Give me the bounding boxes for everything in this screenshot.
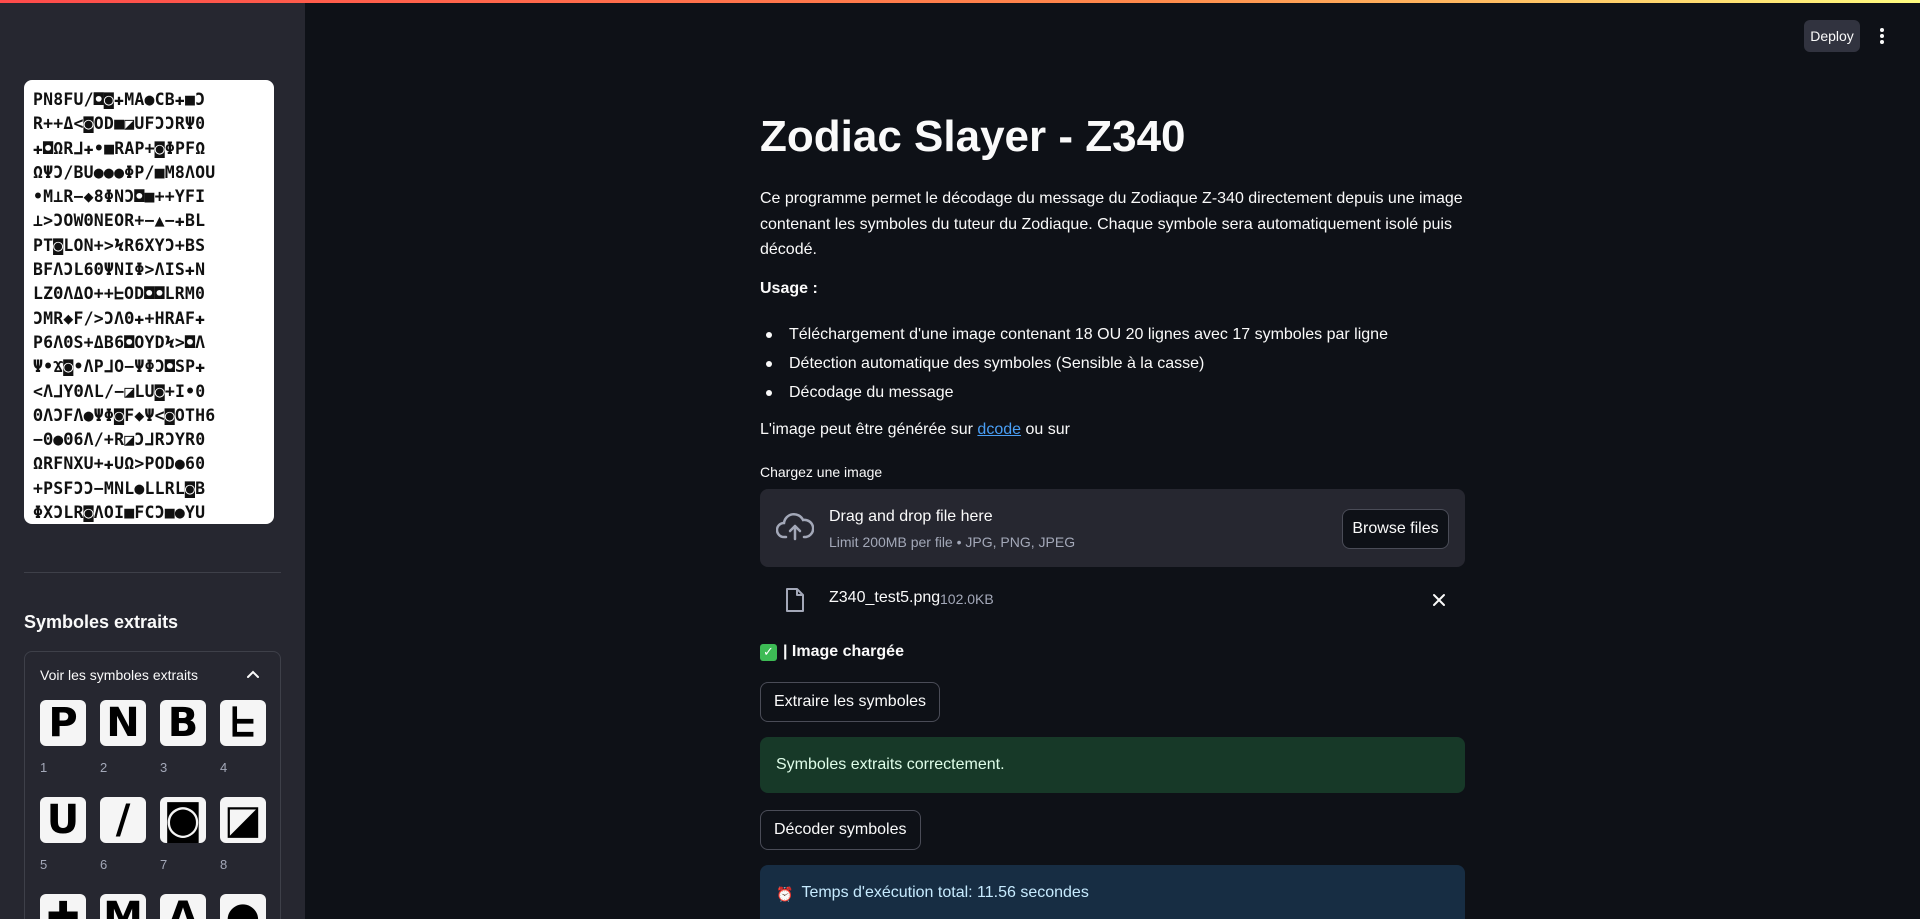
cipher-line: +PSFϽϽ−MNL●LLRL◙B (33, 478, 206, 498)
usage-item: Téléchargement d'une image contenant 18 … (760, 320, 1465, 349)
extracted-symbol: ✚ (40, 894, 86, 919)
check-icon: ✓ (760, 643, 777, 661)
sidebar-section-title: Symboles extraits (24, 612, 179, 632)
symbol-image: ● (220, 894, 266, 919)
symbol-caption: 5 (40, 857, 48, 872)
cipher-line: ΩRFNXU+✚UΩ>POD●60 (33, 454, 206, 474)
cloud-upload-icon (776, 513, 814, 541)
close-icon[interactable] (1430, 591, 1448, 609)
extracted-symbol: ◙ 7 (160, 797, 206, 872)
extracted-symbol: P1 (40, 700, 86, 775)
sidebar: PN8FU/◘◙✚MA●CB✚■Ͻ R++Δ<◙OD■◪UFϽϽRΨ0 ✚◘ΩRᒧ✚… (0, 0, 305, 919)
cipher-line: P6ΛΘS+ΔB6◘OYDϞ>◘Λ (33, 332, 206, 352)
generation-info: L'image peut être générée sur dcode ou s… (760, 421, 1070, 439)
symbol-image: ᖶ (220, 700, 266, 746)
symbol-caption: 7 (160, 857, 168, 872)
generation-suffix: ou sur (1021, 421, 1070, 438)
cipher-line: ΩΨϽ/BU●●●ΦP/■M8ΛOU (33, 162, 216, 182)
chevron-up-icon (247, 670, 259, 678)
sidebar-divider (24, 572, 281, 573)
cipher-line: ⊥>ϽOWΘNEOR+−▲−✚BL (33, 211, 206, 231)
cipher-line: PN8FU/◘◙✚MA●CB✚■Ͻ (33, 90, 206, 109)
extracted-symbol: ᖶ4 (220, 700, 266, 775)
symbol-image: B (160, 700, 206, 746)
cipher-line: LZΘΛΔO++ᖶOD◘◘LRM0 (33, 284, 206, 304)
file-name: Z340_test5.png (829, 589, 941, 606)
cipher-line: ϽMR◆F/>ϽΛΘ✚+HRAF✚ (33, 308, 206, 328)
symbol-image: P (40, 700, 86, 746)
symbol-caption: 1 (40, 760, 48, 775)
cipher-line: R++Δ<◙OD■◪UFϽϽRΨ0 (33, 114, 206, 134)
cipher-line: Ψ•Ϫ◙•ΛPᒧO−ΨΦϽ◘SP✚ (33, 357, 206, 377)
cipher-line: PT◙LON+>ϞR6XYϽ+BS (33, 235, 206, 255)
symbol-image: A (160, 894, 206, 919)
top-decoration-bar (0, 0, 1920, 3)
cipher-line: ΦXϽLR◙ΛOI■FCϽ■●YU (33, 503, 206, 523)
symbol-caption: 8 (220, 857, 228, 872)
symbol-caption: 6 (100, 857, 108, 872)
dropzone-limit: Limit 200MB per file • JPG, PNG, JPEG (829, 534, 1076, 550)
cipher-line: ΘΛϽFΛ●ΨΦ◙F◆Ψ<◙OTH6 (33, 405, 216, 425)
z340-cipher-image: PN8FU/◘◙✚MA●CB✚■Ͻ R++Δ<◙OD■◪UFϽϽRΨ0 ✚◘ΩRᒧ✚… (24, 80, 274, 524)
page-title: Zodiac Slayer - Z340 (760, 112, 1186, 161)
cipher-line: BFΛϽL6ΘΨNIΦ>ΛIS✚N (33, 260, 206, 280)
file-icon (786, 588, 804, 612)
uploaded-file-row: Z340_test5.png 102.0KB (760, 583, 1465, 617)
symbol-image: ◙ (160, 797, 206, 843)
expander-label: Voir les symboles extraits (40, 667, 198, 683)
cipher-line: <ΛᒧYΘΛL/−◪LU◙+I•0 (33, 381, 206, 401)
extracted-symbol: A (160, 894, 206, 919)
extracted-symbol: ● (220, 894, 266, 919)
expander-header[interactable]: Voir les symboles extraits (25, 652, 280, 698)
symbol-caption: 4 (220, 760, 228, 775)
alarm-clock-icon: ⏰ (776, 886, 794, 902)
symbol-image: ◪ (220, 797, 266, 843)
extract-symbols-button[interactable]: Extraire les symboles (760, 682, 941, 722)
dcode-link[interactable]: dcode (977, 421, 1021, 438)
description-text: Ce programme permet le décodage du messa… (760, 190, 1463, 258)
cipher-line: ✚◘ΩRᒧ✚•■RAP+◙ΦPFΩ (33, 138, 206, 158)
vertical-ellipsis-icon[interactable] (1872, 22, 1892, 50)
usage-item: Décodage du message (760, 378, 1465, 407)
cipher-line: •M⊥R−◆8ΦNϽ◘■++YFI (33, 187, 206, 207)
execution-time-text: Temps d'exécution total: 11.56 secondes (801, 884, 1089, 901)
usage-label: Usage : (760, 280, 818, 297)
dropzone-title: Drag and drop file here (829, 508, 993, 525)
generation-prefix: L'image peut être générée sur (760, 421, 978, 438)
symbol-image: N (100, 700, 146, 746)
extracted-symbol: B3 (160, 700, 206, 775)
deploy-button[interactable]: Deploy (1804, 20, 1860, 52)
symbol-image: / (100, 797, 146, 843)
extracted-symbol: /6 (100, 797, 146, 872)
usage-item: Détection automatique des symboles (Sens… (760, 349, 1465, 378)
decode-symbols-button[interactable]: Décoder symboles (760, 810, 921, 850)
extracted-symbol: M (100, 894, 146, 919)
extracted-symbol: N2 (100, 700, 146, 775)
file-size: 102.0KB (940, 591, 994, 607)
extracted-symbol: U5 (40, 797, 86, 872)
success-alert: Symboles extraits correctement. (760, 737, 1465, 793)
symbol-caption: 2 (100, 760, 108, 775)
extracted-symbols-expander: Voir les symboles extraits P 1 N 2 B 3 ᖶ 4 U 5/6 ◙… (24, 651, 281, 919)
image-loaded-status: ✓ | Image chargée (760, 643, 904, 661)
uploader-label: Chargez une image (760, 464, 883, 480)
symbol-caption: 3 (160, 760, 168, 775)
file-dropzone[interactable]: Drag and drop file here Limit 200MB per … (760, 489, 1465, 567)
symbol-image: M (100, 894, 146, 919)
symbol-image: U (40, 797, 86, 843)
loaded-text: | Image chargée (783, 643, 904, 660)
browse-files-button[interactable]: Browse files (1342, 509, 1449, 549)
extracted-symbol: ◪ 8 (220, 797, 266, 872)
info-alert: ⏰ Temps d'exécution total: 11.56 seconde… (760, 865, 1465, 919)
usage-list: Téléchargement d'une image contenant 18 … (760, 320, 1465, 407)
cipher-line: −Θ●Θ6Λ/+R◪ϽᒧRϽYR0 (33, 430, 206, 450)
symbol-image: ✚ (40, 894, 86, 919)
